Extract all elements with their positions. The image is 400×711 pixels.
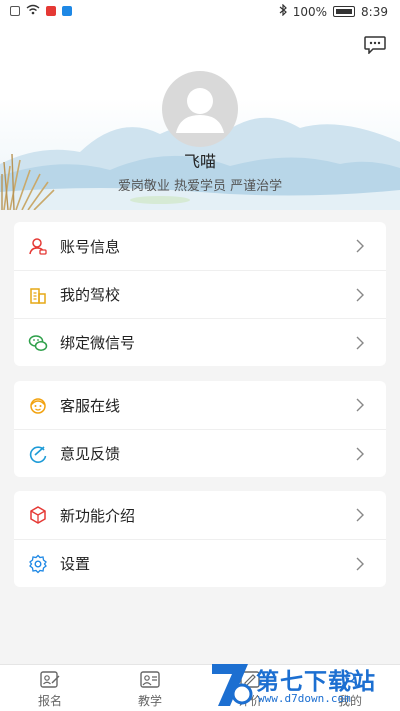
- battery-percent: 100%: [292, 4, 328, 19]
- new-feature-icon: [30, 506, 46, 524]
- user-avatar-icon: [176, 88, 224, 133]
- notification-icon: [10, 6, 20, 16]
- chevron-right-icon: [356, 447, 364, 461]
- chevron-right-icon: [356, 239, 364, 253]
- feedback-icon: [29, 446, 47, 463]
- menu-item-bind-wechat[interactable]: 绑定微信号: [14, 318, 386, 366]
- app-menu-card: 新功能介绍 设置: [14, 491, 386, 587]
- enroll-icon: [40, 671, 60, 688]
- status-bar: 100% 8:39: [0, 0, 400, 24]
- app-notification-icon: [62, 6, 72, 16]
- teaching-icon: [140, 671, 160, 688]
- menu-item-my-driving-school[interactable]: 我的驾校: [14, 270, 386, 318]
- chevron-right-icon: [356, 288, 364, 302]
- watermark-logo-icon: [212, 664, 253, 706]
- menu-item-label: 绑定微信号: [60, 334, 136, 352]
- menu-item-label: 账号信息: [60, 237, 121, 256]
- menu-item-account-info[interactable]: 账号信息: [14, 222, 386, 270]
- support-menu-card: 客服在线 意见反馈: [14, 381, 386, 477]
- chevron-right-icon: [356, 508, 364, 522]
- tab-enroll[interactable]: 报名: [0, 665, 100, 711]
- chevron-right-icon: [356, 557, 364, 571]
- message-icon: [364, 36, 386, 55]
- tab-label: 教学: [137, 694, 162, 708]
- chevron-right-icon: [356, 336, 364, 350]
- watermark-text: 第七下载站: [256, 669, 376, 695]
- avatar[interactable]: [162, 71, 238, 147]
- motto-text: 爱岗敬业 热爱学员 严谨治学: [117, 179, 283, 194]
- menu-item-label: 设置: [60, 555, 91, 573]
- username: 飞喵: [183, 152, 216, 171]
- battery-icon: [333, 6, 356, 17]
- building-icon: [30, 288, 46, 304]
- account-icon: [29, 238, 47, 255]
- menu-item-label: 意见反馈: [60, 445, 121, 463]
- menu-item-label: 客服在线: [60, 396, 121, 415]
- account-menu-card: 账号信息 我的驾校 绑定微信号: [14, 222, 386, 366]
- menu-item-settings[interactable]: 设置: [14, 539, 386, 587]
- menu-item-customer-service[interactable]: 客服在线: [14, 381, 386, 429]
- clock: 8:39: [361, 4, 388, 19]
- wechat-icon: [28, 335, 48, 351]
- menu-item-new-features[interactable]: 新功能介绍: [14, 491, 386, 539]
- message-button[interactable]: [364, 36, 386, 55]
- site-watermark: 第七下载站 www.d7down.com: [206, 656, 400, 711]
- calendar-app-icon: [46, 6, 56, 16]
- menu-item-label: 我的驾校: [60, 286, 121, 304]
- bluetooth-icon: [279, 3, 287, 19]
- tab-label: 报名: [37, 694, 62, 708]
- wifi-icon: [26, 4, 40, 18]
- watermark-url: www.d7down.com: [258, 692, 351, 705]
- chevron-right-icon: [356, 398, 364, 412]
- menu-item-feedback[interactable]: 意见反馈: [14, 429, 386, 477]
- tab-teaching[interactable]: 教学: [100, 665, 200, 711]
- customer-service-icon: [30, 398, 46, 414]
- profile-header: 飞喵 爱岗敬业 热爱学员 严谨治学: [0, 24, 400, 210]
- settings-icon: [29, 554, 47, 574]
- menu-item-label: 新功能介绍: [60, 506, 136, 525]
